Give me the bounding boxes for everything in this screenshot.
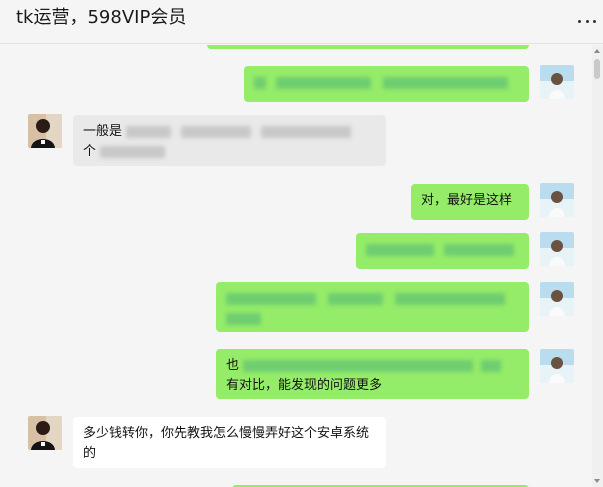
chat-title: tk运营，598VIP会员: [16, 7, 187, 28]
message-bubble-outgoing[interactable]: 也 有对比，能发现的问题更多: [216, 349, 529, 399]
message-text-line: 也: [226, 358, 240, 373]
more-dots-icon[interactable]: [578, 14, 596, 28]
avatar-contact[interactable]: [28, 114, 62, 148]
avatar-self[interactable]: [540, 65, 574, 99]
message-text: 对，最好是这样: [421, 193, 513, 208]
message-bubble-outgoing[interactable]: [207, 45, 529, 49]
message-bubble-incoming[interactable]: 一般是 个: [73, 115, 386, 166]
avatar-contact[interactable]: [28, 416, 62, 450]
avatar-self[interactable]: [540, 232, 574, 266]
avatar-self[interactable]: [540, 282, 574, 316]
scrollbar[interactable]: [592, 45, 603, 487]
avatar-self[interactable]: [540, 349, 574, 383]
scrollbar-thumb[interactable]: [594, 59, 600, 79]
scroll-up-arrow-icon[interactable]: [594, 49, 600, 53]
scroll-down-arrow-icon[interactable]: [594, 479, 600, 483]
message-text: 多少钱转你，你先教我怎么慢慢弄好这个安卓系统的: [83, 426, 370, 461]
message-bubble-outgoing[interactable]: [356, 233, 529, 269]
message-bubble-outgoing[interactable]: [244, 66, 529, 102]
message-text-line: 有对比，能发现的问题更多: [226, 378, 383, 393]
message-bubble-incoming[interactable]: 多少钱转你，你先教我怎么慢慢弄好这个安卓系统的: [73, 417, 386, 468]
message-bubble-outgoing[interactable]: 对，最好是这样: [411, 184, 529, 220]
message-list[interactable]: 一般是 个 对，最好是这样 也 有对比，能发现的问题更多 多少钱转你，你先教我怎…: [0, 45, 592, 487]
avatar-self[interactable]: [540, 183, 574, 217]
message-text-line: 一般是: [83, 124, 123, 139]
message-bubble-outgoing[interactable]: [216, 282, 529, 332]
title-bar: tk运营，598VIP会员: [0, 0, 603, 44]
message-text-line: 个: [83, 144, 97, 159]
